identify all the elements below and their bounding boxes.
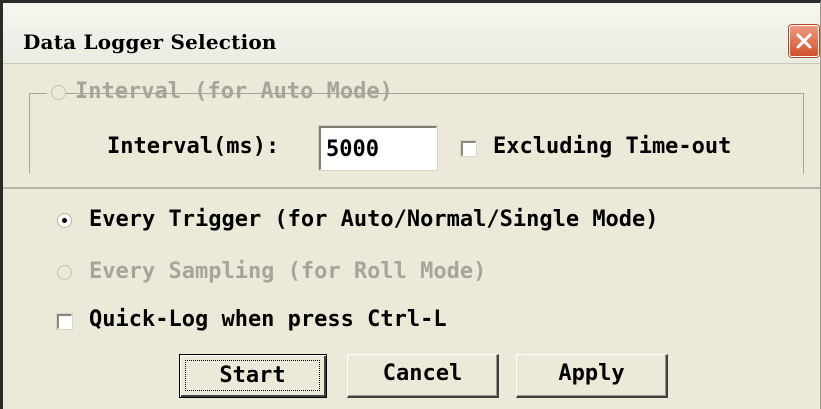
interval-radio-label: Interval (for Auto Mode) [75,79,393,104]
excluding-timeout-checkbox[interactable] [461,141,476,156]
every-sampling-label: Every Sampling (for Roll Mode) [89,259,487,284]
cancel-button[interactable]: Cancel [347,354,499,398]
close-button[interactable] [789,25,819,57]
interval-radio[interactable] [51,85,66,100]
interval-ms-value[interactable]: 5000 [326,137,379,162]
title-bar[interactable]: Data Logger Selection [3,3,820,64]
apply-button[interactable]: Apply [516,354,668,398]
interval-groupbox-edge [29,93,30,173]
apply-button-label: Apply [558,361,625,386]
start-button-label: Start [219,363,286,388]
interval-ms-label: Interval(ms): [107,134,280,159]
every-trigger-label[interactable]: Every Trigger (for Auto/Normal/Single Mo… [89,207,659,232]
every-sampling-radio[interactable] [57,265,72,280]
window-title: Data Logger Selection [23,30,277,54]
every-trigger-radio[interactable] [57,213,72,228]
quicklog-checkbox[interactable] [57,314,72,329]
start-button[interactable]: Start [179,354,327,398]
excluding-timeout-label[interactable]: Excluding Time-out [493,134,731,159]
quicklog-label[interactable]: Quick-Log when press Ctrl-L [89,307,447,332]
radio-selected-dot [62,218,67,223]
interval-ms-input[interactable]: 5000 [319,126,437,170]
cancel-button-label: Cancel [382,361,463,386]
start-button-focus: Start [185,360,320,391]
close-icon [796,33,812,49]
dialog-window: Data Logger Selection Interval (for Auto… [0,0,821,409]
interval-group-legend: Interval (for Auto Mode) [47,79,393,107]
